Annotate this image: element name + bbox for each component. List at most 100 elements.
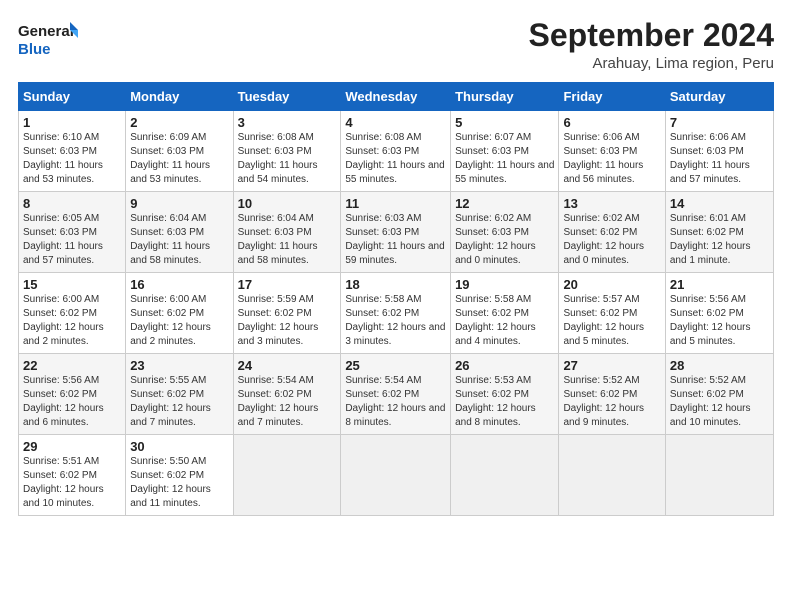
day-number: 22 — [23, 358, 121, 373]
day-info: Sunrise: 5:51 AMSunset: 6:02 PMDaylight:… — [23, 456, 104, 509]
day-info: Sunrise: 5:58 AMSunset: 6:02 PMDaylight:… — [455, 294, 536, 347]
day-info: Sunrise: 6:06 AMSunset: 6:03 PMDaylight:… — [563, 132, 643, 185]
day-number: 4 — [345, 115, 446, 130]
calendar-body: 1 Sunrise: 6:10 AMSunset: 6:03 PMDayligh… — [19, 111, 774, 516]
calendar-week-row: 22 Sunrise: 5:56 AMSunset: 6:02 PMDaylig… — [19, 354, 774, 435]
calendar-day-header: Friday — [559, 83, 665, 111]
calendar-day-cell: 27 Sunrise: 5:52 AMSunset: 6:02 PMDaylig… — [559, 354, 665, 435]
day-info: Sunrise: 6:08 AMSunset: 6:03 PMDaylight:… — [238, 132, 318, 185]
day-number: 5 — [455, 115, 554, 130]
calendar-day-cell: 26 Sunrise: 5:53 AMSunset: 6:02 PMDaylig… — [451, 354, 559, 435]
header: General Blue September 2024 Arahuay, Lim… — [18, 18, 774, 72]
day-number: 14 — [670, 196, 769, 211]
day-info: Sunrise: 5:56 AMSunset: 6:02 PMDaylight:… — [670, 294, 751, 347]
calendar-day-cell — [451, 435, 559, 516]
day-number: 16 — [130, 277, 228, 292]
day-info: Sunrise: 6:09 AMSunset: 6:03 PMDaylight:… — [130, 132, 210, 185]
subtitle: Arahuay, Lima region, Peru — [529, 55, 774, 72]
day-info: Sunrise: 5:52 AMSunset: 6:02 PMDaylight:… — [563, 375, 644, 428]
calendar-week-row: 1 Sunrise: 6:10 AMSunset: 6:03 PMDayligh… — [19, 111, 774, 192]
calendar-day-cell: 15 Sunrise: 6:00 AMSunset: 6:02 PMDaylig… — [19, 273, 126, 354]
svg-text:General: General — [18, 23, 74, 40]
calendar-day-cell: 18 Sunrise: 5:58 AMSunset: 6:02 PMDaylig… — [341, 273, 451, 354]
calendar-day-cell: 7 Sunrise: 6:06 AMSunset: 6:03 PMDayligh… — [665, 111, 773, 192]
calendar-day-cell: 14 Sunrise: 6:01 AMSunset: 6:02 PMDaylig… — [665, 192, 773, 273]
day-info: Sunrise: 6:00 AMSunset: 6:02 PMDaylight:… — [130, 294, 211, 347]
calendar-day-cell: 3 Sunrise: 6:08 AMSunset: 6:03 PMDayligh… — [233, 111, 341, 192]
day-info: Sunrise: 5:54 AMSunset: 6:02 PMDaylight:… — [345, 375, 445, 428]
day-number: 8 — [23, 196, 121, 211]
day-info: Sunrise: 6:04 AMSunset: 6:03 PMDaylight:… — [130, 213, 210, 266]
day-info: Sunrise: 5:50 AMSunset: 6:02 PMDaylight:… — [130, 456, 211, 509]
logo-svg: General Blue — [18, 18, 78, 60]
day-info: Sunrise: 5:57 AMSunset: 6:02 PMDaylight:… — [563, 294, 644, 347]
calendar-day-cell — [341, 435, 451, 516]
day-number: 30 — [130, 439, 228, 454]
day-info: Sunrise: 5:55 AMSunset: 6:02 PMDaylight:… — [130, 375, 211, 428]
calendar-day-cell: 4 Sunrise: 6:08 AMSunset: 6:03 PMDayligh… — [341, 111, 451, 192]
day-number: 2 — [130, 115, 228, 130]
calendar-day-cell: 20 Sunrise: 5:57 AMSunset: 6:02 PMDaylig… — [559, 273, 665, 354]
day-number: 1 — [23, 115, 121, 130]
calendar-day-header: Wednesday — [341, 83, 451, 111]
day-info: Sunrise: 6:05 AMSunset: 6:03 PMDaylight:… — [23, 213, 103, 266]
page: General Blue September 2024 Arahuay, Lim… — [0, 0, 792, 612]
day-number: 23 — [130, 358, 228, 373]
day-info: Sunrise: 5:53 AMSunset: 6:02 PMDaylight:… — [455, 375, 536, 428]
day-number: 25 — [345, 358, 446, 373]
calendar-day-cell: 13 Sunrise: 6:02 AMSunset: 6:02 PMDaylig… — [559, 192, 665, 273]
calendar-day-cell: 22 Sunrise: 5:56 AMSunset: 6:02 PMDaylig… — [19, 354, 126, 435]
calendar-day-cell: 9 Sunrise: 6:04 AMSunset: 6:03 PMDayligh… — [126, 192, 233, 273]
day-info: Sunrise: 6:04 AMSunset: 6:03 PMDaylight:… — [238, 213, 318, 266]
day-number: 24 — [238, 358, 337, 373]
calendar-day-cell: 24 Sunrise: 5:54 AMSunset: 6:02 PMDaylig… — [233, 354, 341, 435]
calendar-day-cell: 30 Sunrise: 5:50 AMSunset: 6:02 PMDaylig… — [126, 435, 233, 516]
day-info: Sunrise: 6:02 AMSunset: 6:02 PMDaylight:… — [563, 213, 644, 266]
svg-text:Blue: Blue — [18, 41, 51, 58]
day-info: Sunrise: 5:52 AMSunset: 6:02 PMDaylight:… — [670, 375, 751, 428]
calendar-day-cell: 5 Sunrise: 6:07 AMSunset: 6:03 PMDayligh… — [451, 111, 559, 192]
calendar-day-cell: 1 Sunrise: 6:10 AMSunset: 6:03 PMDayligh… — [19, 111, 126, 192]
calendar-day-cell — [665, 435, 773, 516]
day-info: Sunrise: 5:56 AMSunset: 6:02 PMDaylight:… — [23, 375, 104, 428]
calendar-day-cell: 17 Sunrise: 5:59 AMSunset: 6:02 PMDaylig… — [233, 273, 341, 354]
calendar-day-cell: 2 Sunrise: 6:09 AMSunset: 6:03 PMDayligh… — [126, 111, 233, 192]
day-info: Sunrise: 6:00 AMSunset: 6:02 PMDaylight:… — [23, 294, 104, 347]
calendar-day-cell: 16 Sunrise: 6:00 AMSunset: 6:02 PMDaylig… — [126, 273, 233, 354]
calendar-day-cell: 23 Sunrise: 5:55 AMSunset: 6:02 PMDaylig… — [126, 354, 233, 435]
day-number: 19 — [455, 277, 554, 292]
day-number: 13 — [563, 196, 660, 211]
day-number: 20 — [563, 277, 660, 292]
calendar-day-cell: 12 Sunrise: 6:02 AMSunset: 6:03 PMDaylig… — [451, 192, 559, 273]
logo: General Blue — [18, 18, 78, 60]
title-area: September 2024 Arahuay, Lima region, Per… — [529, 18, 774, 72]
day-number: 26 — [455, 358, 554, 373]
day-number: 10 — [238, 196, 337, 211]
day-info: Sunrise: 6:08 AMSunset: 6:03 PMDaylight:… — [345, 132, 444, 185]
day-info: Sunrise: 6:02 AMSunset: 6:03 PMDaylight:… — [455, 213, 536, 266]
day-number: 15 — [23, 277, 121, 292]
calendar-day-header: Tuesday — [233, 83, 341, 111]
calendar-day-header: Thursday — [451, 83, 559, 111]
calendar-day-cell — [233, 435, 341, 516]
day-number: 7 — [670, 115, 769, 130]
calendar-day-cell — [559, 435, 665, 516]
day-info: Sunrise: 6:07 AMSunset: 6:03 PMDaylight:… — [455, 132, 554, 185]
calendar-day-cell: 19 Sunrise: 5:58 AMSunset: 6:02 PMDaylig… — [451, 273, 559, 354]
day-number: 12 — [455, 196, 554, 211]
day-number: 21 — [670, 277, 769, 292]
day-number: 18 — [345, 277, 446, 292]
calendar-week-row: 15 Sunrise: 6:00 AMSunset: 6:02 PMDaylig… — [19, 273, 774, 354]
calendar-day-cell: 28 Sunrise: 5:52 AMSunset: 6:02 PMDaylig… — [665, 354, 773, 435]
day-info: Sunrise: 6:10 AMSunset: 6:03 PMDaylight:… — [23, 132, 103, 185]
calendar-week-row: 29 Sunrise: 5:51 AMSunset: 6:02 PMDaylig… — [19, 435, 774, 516]
day-number: 3 — [238, 115, 337, 130]
calendar-day-cell: 11 Sunrise: 6:03 AMSunset: 6:03 PMDaylig… — [341, 192, 451, 273]
day-number: 27 — [563, 358, 660, 373]
main-title: September 2024 — [529, 18, 774, 53]
calendar-day-header: Sunday — [19, 83, 126, 111]
day-number: 17 — [238, 277, 337, 292]
calendar-table: SundayMondayTuesdayWednesdayThursdayFrid… — [18, 82, 774, 516]
calendar-day-cell: 6 Sunrise: 6:06 AMSunset: 6:03 PMDayligh… — [559, 111, 665, 192]
calendar-week-row: 8 Sunrise: 6:05 AMSunset: 6:03 PMDayligh… — [19, 192, 774, 273]
